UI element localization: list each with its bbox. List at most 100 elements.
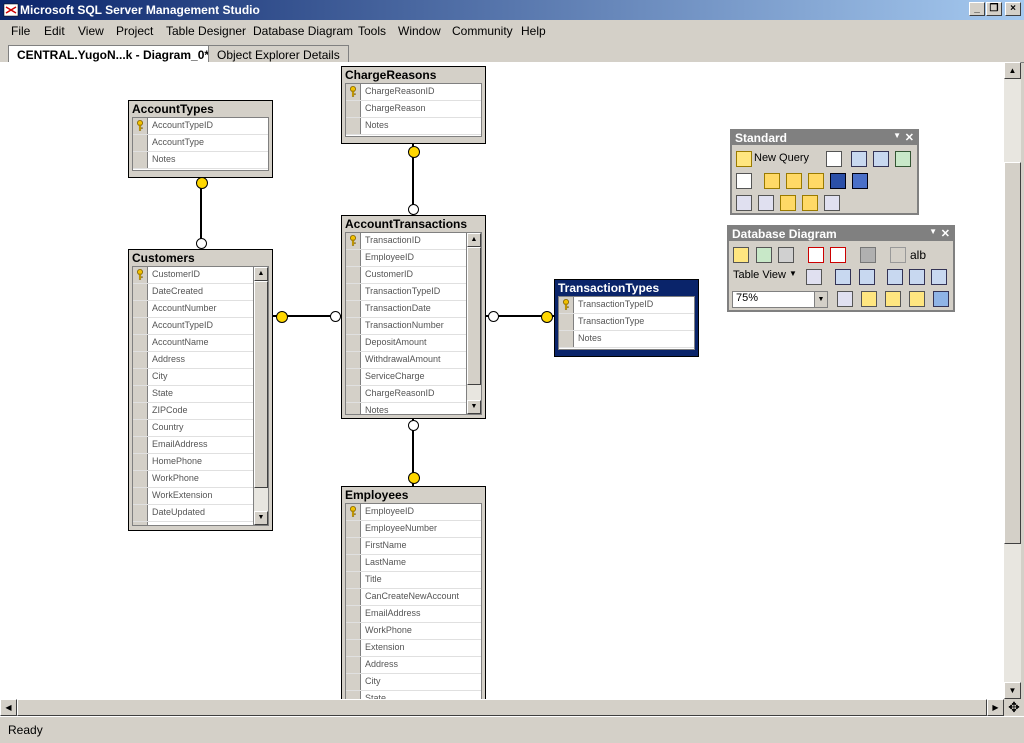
recalculate-page-breaks-icon[interactable] xyxy=(931,269,947,285)
move-pan-icon[interactable]: ✥ xyxy=(1004,699,1024,716)
column-row[interactable]: EmailAddress xyxy=(346,606,481,623)
column-row[interactable]: ChargeReasonID xyxy=(346,386,466,403)
column-row[interactable]: CustomerID xyxy=(346,267,466,284)
column-row[interactable]: EmailAddress xyxy=(133,437,253,454)
column-row[interactable]: LastName xyxy=(346,555,481,572)
row-selector[interactable] xyxy=(133,352,148,368)
view-page-breaks-icon[interactable] xyxy=(909,269,925,285)
menu-database-diagram[interactable]: Database Diagram xyxy=(253,24,353,38)
column-row[interactable]: AccountTypeID xyxy=(133,118,268,135)
save-icon[interactable] xyxy=(830,173,846,189)
row-selector[interactable] xyxy=(559,297,574,313)
menu-edit[interactable]: Edit xyxy=(44,24,65,38)
row-selector[interactable] xyxy=(133,335,148,351)
row-selector[interactable] xyxy=(133,403,148,419)
show-relationship-labels-icon[interactable] xyxy=(806,269,822,285)
column-row[interactable]: State xyxy=(346,691,481,699)
manage-indexes-icon[interactable] xyxy=(861,291,877,307)
table-title[interactable]: ChargeReasons xyxy=(342,67,485,83)
arrange-tables-icon[interactable] xyxy=(859,269,875,285)
row-selector[interactable] xyxy=(346,572,361,588)
column-row[interactable]: FirstName xyxy=(346,538,481,555)
column-row[interactable]: ChargeReasonID xyxy=(346,84,481,101)
row-selector[interactable] xyxy=(346,555,361,571)
row-selector[interactable] xyxy=(346,504,361,520)
column-row[interactable]: TransactionID xyxy=(346,233,466,250)
autosize-tables-icon[interactable] xyxy=(887,269,903,285)
row-selector[interactable] xyxy=(133,454,148,470)
column-row[interactable]: CanCreateNewAccount xyxy=(346,589,481,606)
table-account-types[interactable]: AccountTypes AccountTypeID AccountType Not… xyxy=(128,100,273,178)
row-selector[interactable] xyxy=(346,640,361,656)
column-row[interactable]: Notes xyxy=(346,403,466,414)
column-row[interactable]: Address xyxy=(133,352,253,369)
table-title[interactable]: TransactionTypes xyxy=(555,280,698,296)
new-query-icon[interactable] xyxy=(736,151,752,167)
toolbar-options-icon[interactable]: ▼ xyxy=(893,131,901,140)
column-row[interactable]: EmployeeNumber xyxy=(346,521,481,538)
new-text-annotation-icon[interactable]: alb xyxy=(910,248,926,262)
row-selector[interactable] xyxy=(133,488,148,504)
column-row[interactable]: DateCreated xyxy=(133,284,253,301)
row-selector[interactable] xyxy=(346,403,361,414)
row-selector[interactable] xyxy=(133,386,148,402)
column-row[interactable]: WorkPhone xyxy=(133,471,253,488)
menu-community[interactable]: Community xyxy=(452,24,513,38)
relationships-icon[interactable] xyxy=(837,291,853,307)
column-row[interactable]: City xyxy=(133,369,253,386)
column-row[interactable]: DepositAmount xyxy=(346,335,466,352)
table-transaction-types[interactable]: TransactionTypes TransactionTypeID Transa… xyxy=(554,279,699,357)
column-row[interactable]: Notes xyxy=(559,331,694,348)
horizontal-scrollbar[interactable]: ◀ ▶ xyxy=(0,699,1004,716)
table-charge-reasons[interactable]: ChargeReasons ChargeReasonID ChargeReason… xyxy=(341,66,486,144)
chevron-down-icon[interactable]: ▼ xyxy=(814,292,827,307)
menu-table-designer[interactable]: Table Designer xyxy=(166,24,246,38)
toolbar-title-bar[interactable]: Standard ▼ ✕ xyxy=(732,131,917,145)
row-selector[interactable] xyxy=(346,284,361,300)
column-row[interactable]: TransactionType xyxy=(559,314,694,331)
column-row[interactable]: WorkExtension xyxy=(133,488,253,505)
menu-help[interactable]: Help xyxy=(521,24,546,38)
table-customers[interactable]: Customers CustomerID DateCreated AccountNu… xyxy=(128,249,273,531)
row-selector[interactable] xyxy=(346,301,361,317)
column-row[interactable]: TransactionDate xyxy=(346,301,466,318)
menu-project[interactable]: Project xyxy=(116,24,153,38)
generate-change-script-icon[interactable] xyxy=(860,247,876,263)
save-all-icon[interactable] xyxy=(852,173,868,189)
vertical-scroll-thumb[interactable] xyxy=(1004,162,1021,544)
menu-file[interactable]: File xyxy=(11,24,30,38)
column-row[interactable]: City xyxy=(346,674,481,691)
close-icon[interactable]: ✕ xyxy=(905,131,914,144)
dmx-query-icon[interactable] xyxy=(873,151,889,167)
column-row[interactable]: HomePhone xyxy=(133,454,253,471)
table-scrollbar[interactable]: ▲ ▼ xyxy=(466,233,481,414)
column-row[interactable]: AccountName xyxy=(133,335,253,352)
column-row[interactable]: ChargeReason xyxy=(346,101,481,118)
add-item-icon[interactable] xyxy=(786,173,802,189)
scroll-up-icon[interactable]: ▲ xyxy=(254,267,268,281)
row-selector[interactable] xyxy=(346,118,361,134)
tab-object-explorer-details[interactable]: Object Explorer Details xyxy=(208,45,349,62)
close-icon[interactable]: ✕ xyxy=(941,227,950,240)
column-row[interactable]: Country xyxy=(133,420,253,437)
table-view-dropdown[interactable]: Table View xyxy=(733,269,786,281)
diagram-canvas[interactable]: ChargeReasons ChargeReasonID ChargeReason… xyxy=(0,62,1004,699)
zoom-combo[interactable]: 75% ▼ xyxy=(732,291,828,308)
new-table-icon[interactable] xyxy=(733,247,749,263)
column-row[interactable]: WorkPhone xyxy=(346,623,481,640)
table-scrollbar[interactable]: ▲ ▼ xyxy=(253,267,268,525)
registered-servers-icon[interactable] xyxy=(736,195,752,211)
row-selector[interactable] xyxy=(559,331,574,347)
table-title[interactable]: AccountTypes xyxy=(129,101,272,117)
row-selector[interactable] xyxy=(346,623,361,639)
table-employees[interactable]: Employees EmployeeID EmployeeNumber FirstN… xyxy=(341,486,486,699)
object-explorer-icon[interactable] xyxy=(758,195,774,211)
column-row[interactable]: TransactionTypeID xyxy=(559,297,694,314)
new-query-button[interactable]: New Query xyxy=(754,152,809,164)
row-selector[interactable] xyxy=(346,352,361,368)
row-selector[interactable] xyxy=(346,538,361,554)
column-row[interactable]: Title xyxy=(346,572,481,589)
properties-window-icon[interactable] xyxy=(824,195,840,211)
row-selector[interactable] xyxy=(346,369,361,385)
row-selector[interactable] xyxy=(133,135,148,151)
